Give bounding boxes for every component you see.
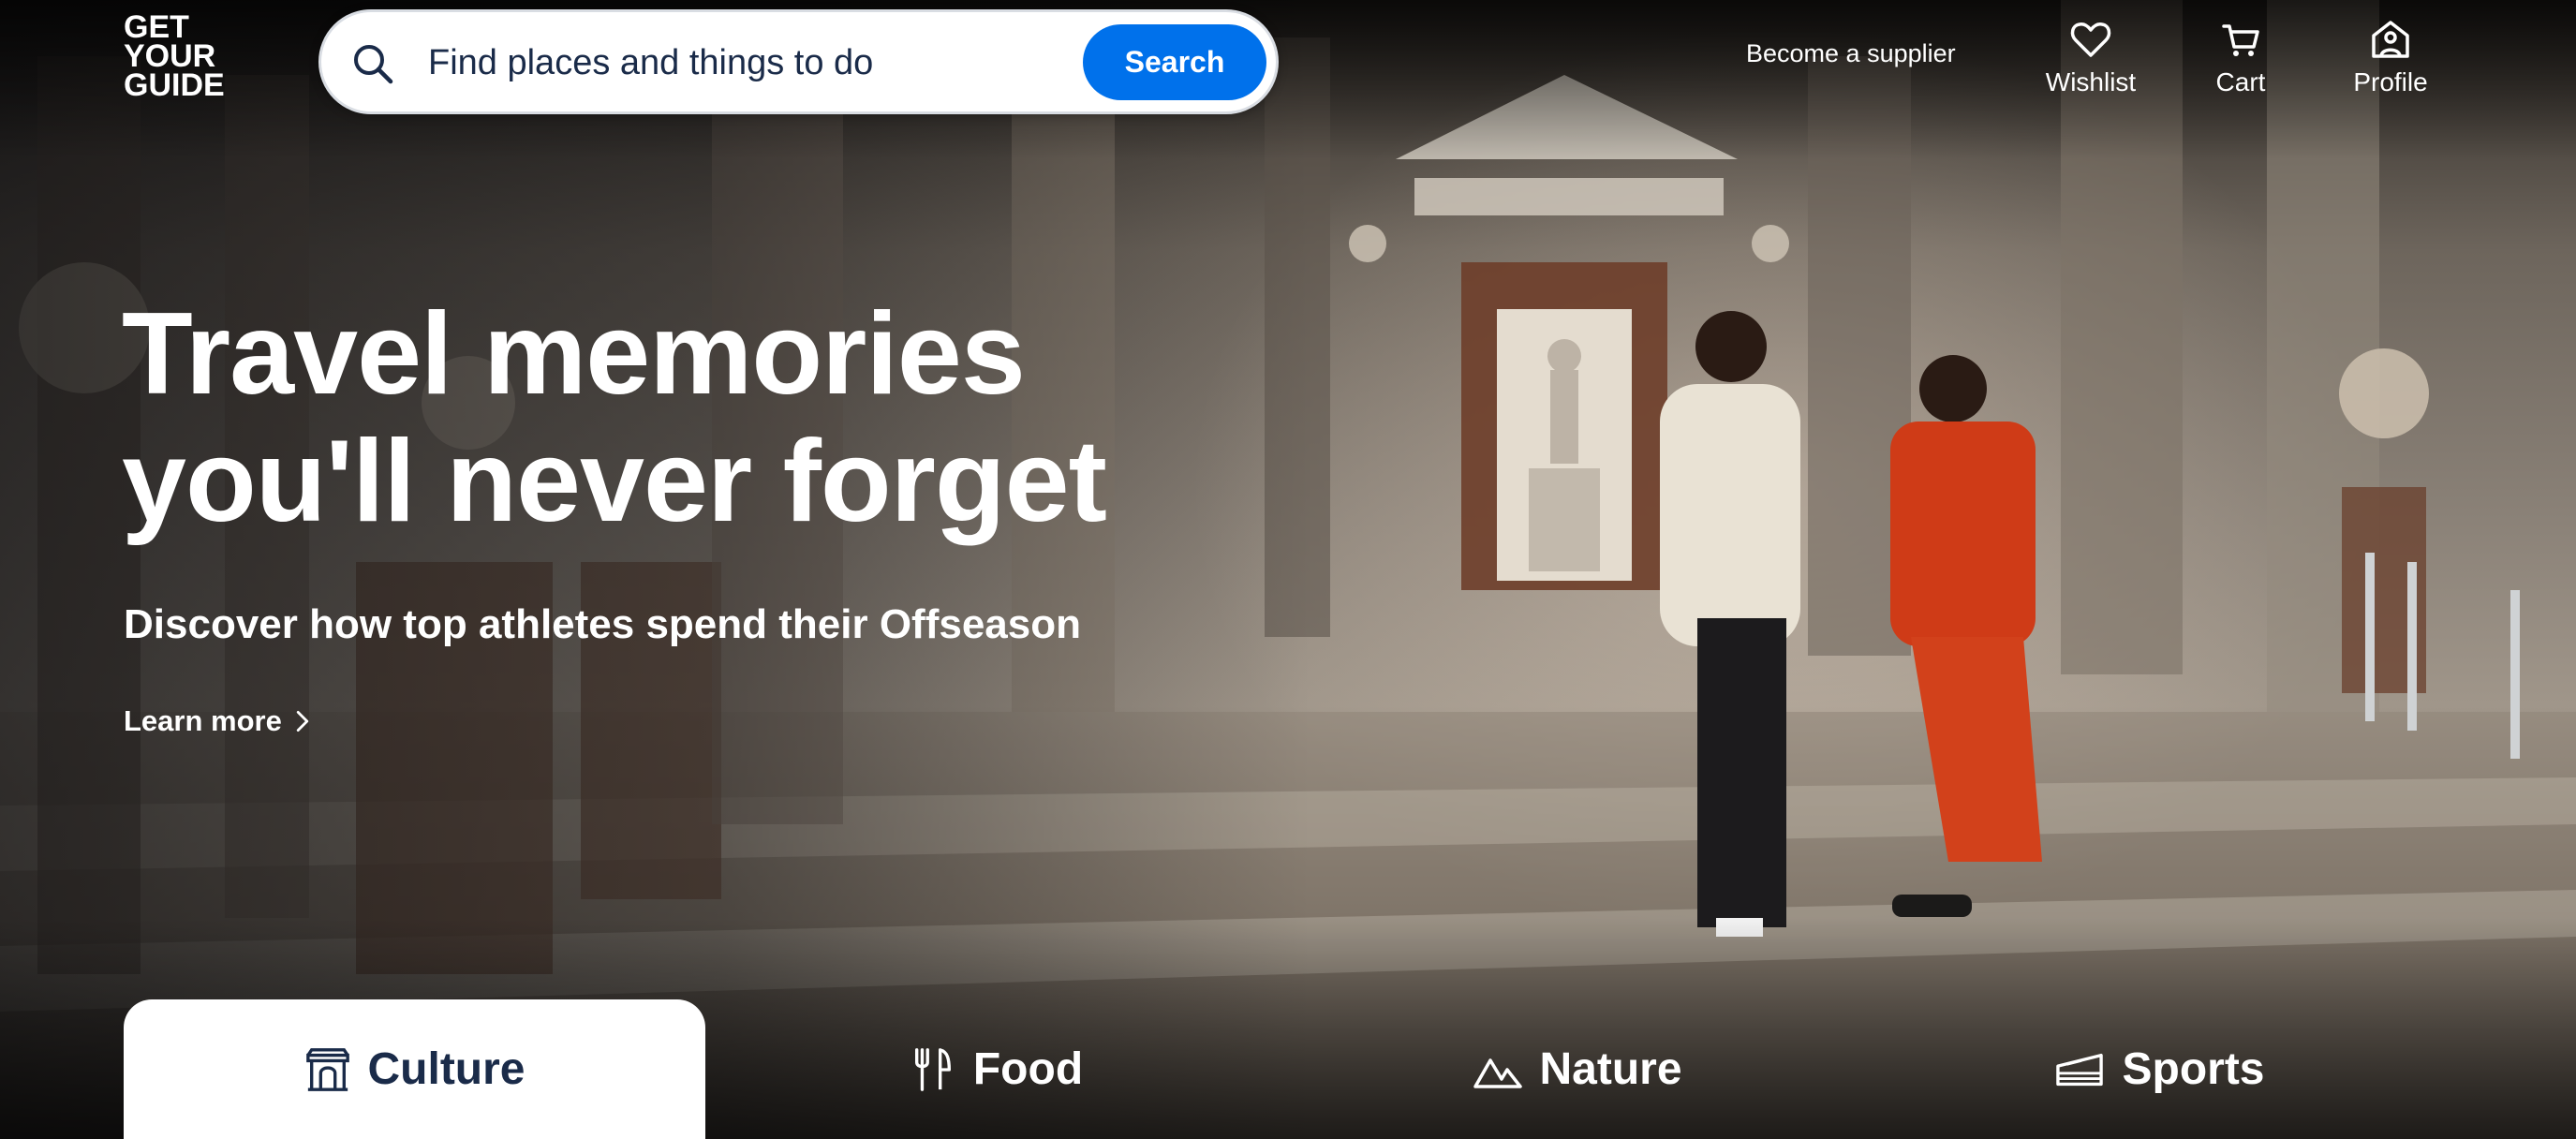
category-tabs: Culture Food Nature Sports [124, 999, 2452, 1139]
tab-nature[interactable]: Nature [1287, 999, 1869, 1139]
profile-icon [2372, 21, 2409, 58]
become-supplier-link[interactable]: Become a supplier [1746, 39, 1956, 68]
hero-subheadline: Discover how top athletes spend their Of… [124, 601, 1081, 647]
stadium-icon [2056, 1053, 2104, 1086]
nav-wishlist-label: Wishlist [2045, 67, 2137, 96]
search-bar: Search [318, 9, 1279, 114]
nav-profile-label: Profile [2353, 67, 2428, 96]
tab-food[interactable]: Food [705, 999, 1287, 1139]
nav-cart-label: Cart [2215, 67, 2266, 96]
fork-knife-icon [914, 1047, 951, 1091]
hero-headline-line: you'll never forget [122, 417, 1107, 546]
nav-wishlist[interactable]: Wishlist [2025, 17, 2156, 97]
logo-line: GUIDE [124, 67, 225, 103]
hero-headline-line: Travel memories [122, 289, 1026, 419]
hero-banner: GET YOUR GUIDE Search Become a supplier … [0, 0, 2576, 1139]
learn-more-label: Learn more [124, 704, 282, 737]
brand-logo[interactable]: GET YOUR GUIDE [124, 11, 236, 103]
tab-nature-label: Nature [1539, 1044, 1682, 1094]
tab-culture-label: Culture [367, 1044, 526, 1094]
search-icon [354, 45, 393, 84]
cart-icon [2222, 24, 2259, 56]
tab-culture[interactable]: Culture [124, 999, 705, 1139]
search-button[interactable]: Search [1083, 24, 1266, 100]
hero-headline: Travel memories you'll never forget [122, 290, 1293, 545]
nav-cart[interactable]: Cart [2175, 17, 2306, 97]
chevron-right-icon [296, 711, 309, 732]
tab-food-label: Food [972, 1044, 1084, 1094]
heart-icon [2070, 22, 2111, 57]
tab-sports[interactable]: Sports [1869, 999, 2450, 1139]
mountain-icon [1473, 1058, 1523, 1088]
search-input[interactable] [426, 33, 1029, 93]
nav-profile[interactable]: Profile [2325, 17, 2456, 97]
museum-icon [305, 1047, 349, 1091]
tab-sports-label: Sports [2122, 1044, 2265, 1094]
learn-more-link[interactable]: Learn more [124, 704, 310, 738]
